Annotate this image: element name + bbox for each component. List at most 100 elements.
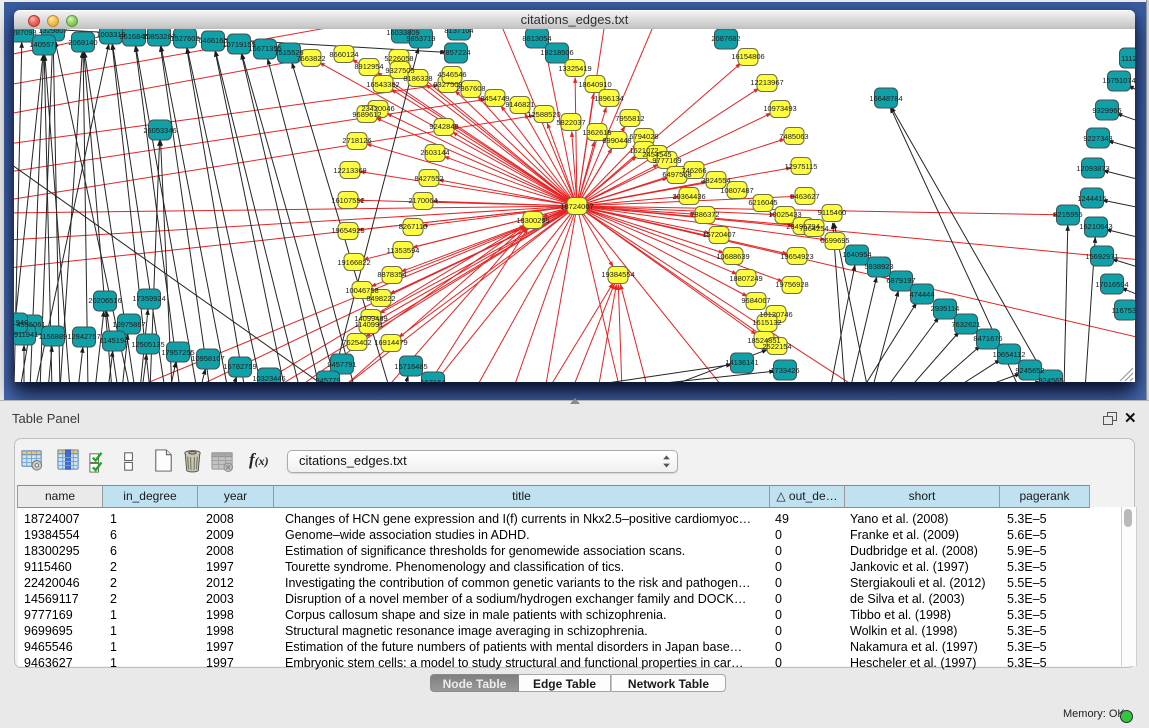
svg-text:13325419: 13325419 [558, 64, 591, 73]
svg-text:6794028: 6794028 [629, 132, 658, 141]
svg-text:18300295: 18300295 [516, 216, 549, 225]
svg-text:18724007: 18724007 [560, 202, 593, 211]
svg-text:7857224: 7857224 [441, 48, 470, 57]
svg-text:811940: 811940 [14, 318, 28, 327]
svg-text:19756928: 19756928 [775, 280, 808, 289]
svg-text:10975867: 10975867 [112, 320, 145, 329]
svg-text:746266: 746266 [681, 166, 706, 175]
svg-text:6216045: 6216045 [748, 198, 777, 207]
svg-text:6879197: 6879197 [886, 276, 915, 285]
svg-text:10025433: 10025433 [768, 210, 801, 219]
svg-text:9242848: 9242848 [429, 122, 458, 131]
svg-text:16648784: 16648784 [869, 94, 902, 103]
svg-text:10323446: 10323446 [252, 374, 285, 382]
svg-text:474444: 474444 [909, 290, 934, 299]
svg-text:9146821: 9146821 [505, 100, 534, 109]
svg-text:8813054: 8813054 [522, 34, 551, 43]
svg-text:2603144: 2603144 [420, 148, 449, 157]
svg-text:16782759: 16782759 [223, 362, 256, 371]
svg-text:7886372: 7886372 [690, 210, 719, 219]
svg-text:7485063: 7485063 [779, 132, 808, 141]
svg-text:12505135: 12505135 [131, 340, 164, 349]
svg-text:10807487: 10807487 [720, 186, 753, 195]
svg-text:8660124: 8660124 [329, 50, 358, 59]
svg-text:12213369: 12213369 [333, 166, 366, 175]
svg-text:2069140: 2069140 [68, 38, 97, 47]
svg-text:16210643: 16210643 [1079, 222, 1112, 231]
svg-text:1640954: 1640954 [842, 250, 871, 259]
svg-text:1329807: 1329807 [38, 29, 67, 35]
svg-text:3911941: 3911941 [14, 330, 38, 339]
svg-text:1527602: 1527602 [170, 34, 199, 43]
svg-text:1167533: 1167533 [1112, 306, 1135, 315]
svg-text:19654925: 19654925 [331, 226, 364, 235]
svg-text:1896134: 1896134 [594, 94, 623, 103]
svg-text:9227343: 9227343 [1083, 134, 1112, 143]
svg-text:2287098: 2287098 [14, 29, 37, 37]
svg-text:9115460: 9115460 [818, 208, 847, 217]
svg-text:15751074: 15751074 [1102, 76, 1135, 85]
svg-text:17957255: 17957255 [161, 348, 194, 357]
svg-text:17359924: 17359924 [132, 294, 165, 303]
svg-text:7625402: 7625402 [342, 338, 371, 347]
svg-text:8267110: 8267110 [399, 222, 428, 231]
svg-text:8878354: 8878354 [377, 270, 406, 279]
svg-text:11121: 11121 [1121, 54, 1135, 63]
svg-text:9329966: 9329966 [1092, 106, 1121, 115]
svg-text:2522154: 2522154 [762, 342, 791, 351]
svg-text:3824554: 3824554 [701, 176, 730, 185]
svg-text:18807249: 18807249 [729, 274, 762, 283]
svg-text:18640910: 18640910 [578, 80, 611, 89]
svg-text:14136141: 14136141 [725, 358, 758, 367]
svg-text:12093873: 12093873 [1076, 164, 1109, 173]
svg-text:10654112: 10654112 [993, 350, 1026, 359]
svg-text:2867608: 2867608 [456, 84, 485, 93]
svg-text:2935114: 2935114 [931, 304, 960, 313]
svg-text:1145194: 1145194 [100, 336, 129, 345]
svg-text:8912954: 8912954 [354, 62, 383, 71]
svg-text:19218506: 19218506 [540, 48, 573, 57]
svg-text:20206516: 20206516 [88, 296, 121, 305]
svg-text:12942757: 12942757 [67, 332, 100, 341]
svg-text:15692971: 15692971 [1085, 252, 1118, 261]
svg-text:17016504: 17016504 [1095, 280, 1128, 289]
svg-text:1405571: 1405571 [29, 40, 58, 49]
svg-text:19384554: 19384554 [601, 270, 634, 279]
svg-text:19654923: 19654923 [780, 252, 813, 261]
svg-text:2087682: 2087682 [711, 34, 740, 43]
svg-text:4546546: 4546546 [437, 70, 466, 79]
svg-text:19166822: 19166822 [337, 258, 370, 267]
svg-text:5938923: 5938923 [864, 262, 893, 271]
svg-text:1156889: 1156889 [39, 332, 68, 341]
svg-text:10958107: 10958107 [191, 354, 224, 363]
svg-text:5226058: 5226058 [384, 54, 413, 63]
svg-text:8186328: 8186328 [403, 74, 432, 83]
svg-text:26053346: 26053346 [143, 126, 176, 135]
svg-text:9777169: 9777169 [652, 156, 681, 165]
svg-text:9689612: 9689612 [352, 110, 381, 119]
svg-text:1140991: 1140991 [355, 320, 384, 329]
svg-text:7964254: 7964254 [799, 224, 828, 233]
svg-text:2718126: 2718126 [342, 136, 371, 145]
svg-text:1733426: 1733426 [770, 366, 799, 375]
svg-text:9463627: 9463627 [790, 192, 819, 201]
svg-text:9853719: 9853719 [406, 34, 435, 43]
svg-text:8471676: 8471676 [973, 334, 1002, 343]
svg-text:15720407: 15720407 [702, 230, 735, 239]
svg-text:10973493: 10973493 [763, 104, 796, 113]
svg-text:11353594: 11353594 [387, 246, 420, 255]
svg-text:8498222: 8498222 [366, 294, 395, 303]
svg-text:16543382: 16543382 [366, 80, 399, 89]
svg-text:8215955: 8215955 [1053, 210, 1082, 219]
svg-text:12975115: 12975115 [785, 162, 818, 171]
svg-text:945779: 945779 [315, 376, 340, 382]
svg-text:16154806: 16154806 [731, 52, 764, 61]
svg-text:15716485: 15716485 [394, 362, 427, 371]
svg-text:10688639: 10688639 [716, 252, 749, 261]
svg-text:9245652: 9245652 [1015, 366, 1044, 375]
svg-text:8427552: 8427552 [414, 174, 443, 183]
svg-text:157164: 157164 [420, 378, 445, 382]
svg-text:7663822: 7663822 [296, 54, 325, 63]
svg-text:7632621: 7632621 [951, 320, 980, 329]
svg-text:924565: 924565 [1038, 376, 1063, 382]
